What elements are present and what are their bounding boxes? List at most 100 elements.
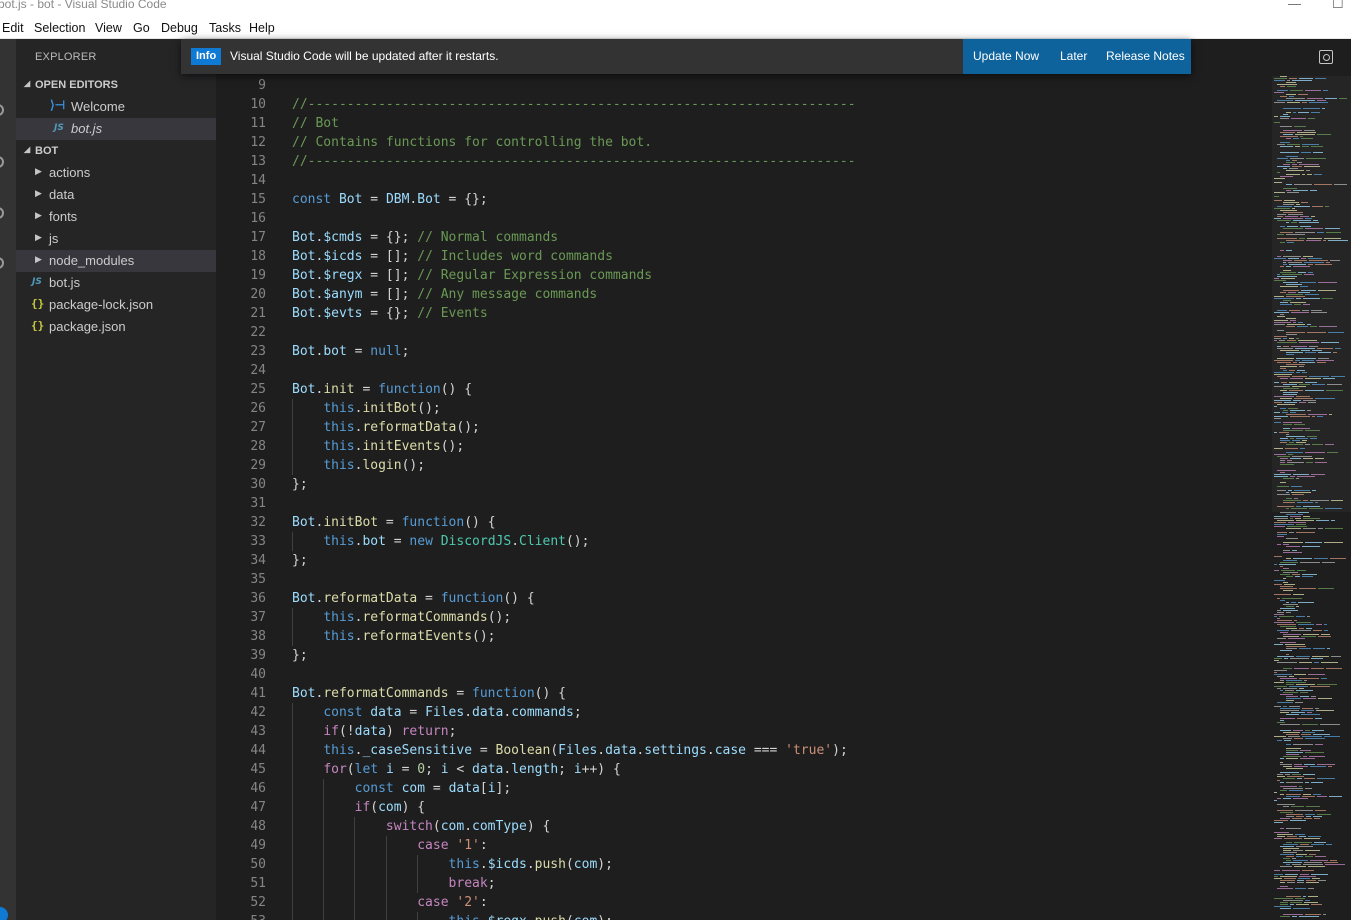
code-line[interactable]: 30}; [216,475,1266,494]
debug-icon[interactable] [0,257,4,269]
code-line[interactable]: 44 this._caseSensitive = Boolean(Files.d… [216,741,1266,760]
minimap-line [1330,860,1337,861]
minimap-line [1274,518,1288,519]
minimap[interactable] [1272,76,1351,920]
minimap-line [1297,718,1313,719]
code-line[interactable]: 52 case '2': [216,893,1266,912]
code-line[interactable]: 50 this.$icds.push(com); [216,855,1266,874]
code-line[interactable]: 48 switch(com.comType) { [216,817,1266,836]
code-line[interactable]: 15 const Bot = DBM.Bot = {}; [216,190,1266,209]
file-botjs[interactable]: JS bot.js [16,272,216,294]
file-package-lock-json[interactable]: {} package-lock.json [16,294,216,316]
code-line[interactable]: 43 if(!data) return; [216,722,1266,741]
menu-view[interactable]: View [95,21,122,35]
code-line[interactable]: 11 // Bot [216,114,1266,133]
later-button[interactable]: Later [1060,49,1087,63]
menu-help[interactable]: Help [249,21,275,35]
code-line[interactable]: 13 //------------------------------------… [216,152,1266,171]
code-line[interactable]: 32 Bot.initBot = function() { [216,513,1266,532]
code-line[interactable]: 17 Bot.$cmds = {}; // Normal commands [216,228,1266,247]
code-line[interactable]: 24 [216,361,1266,380]
code-line[interactable]: 23 Bot.bot = null; [216,342,1266,361]
open-preview-icon[interactable] [1319,50,1333,64]
minimap-line [1286,528,1301,529]
open-editors-header[interactable]: ◢ OPEN EDITORS [16,74,216,96]
file-package-json[interactable]: {} package.json [16,316,216,338]
indent-guide [354,874,356,893]
code-line[interactable]: 42 const data = Files.data.commands; [216,703,1266,722]
code-line[interactable]: 16 [216,209,1266,228]
minimap-line [1297,370,1305,371]
code-token: ; [573,705,582,720]
minimap-line [1280,586,1293,587]
minimap-line [1293,594,1304,595]
settings-badge-icon[interactable] [0,907,8,920]
code-line[interactable]: 46 const com = data[i]; [216,779,1266,798]
code-line[interactable]: 47 if(com) { [216,798,1266,817]
minimap-line [1317,348,1333,349]
minimize-icon[interactable]: — [1288,0,1301,11]
code-lines[interactable]: 9 10 //-----------------------------------… [216,76,1266,920]
menu-debug[interactable]: Debug [161,21,198,35]
code-line[interactable]: 45 for(let i = 0; i < data.length; i++) … [216,760,1266,779]
code-line[interactable]: 49 case '1': [216,836,1266,855]
indent-guide [292,817,293,836]
code-line[interactable]: 53 this.$regx.push(com); [216,912,1266,920]
maximize-icon[interactable]: ☐ [1332,0,1344,12]
minimap-line [1295,898,1305,899]
code-line[interactable]: 12 // Contains functions for controlling … [216,133,1266,152]
folder-node-modules[interactable]: ▶ node_modules [16,250,216,272]
minimap-line [1283,636,1299,637]
code-line[interactable]: 38 this.reformatEvents(); [216,627,1266,646]
code-line[interactable]: 10 //------------------------------------… [216,95,1266,114]
code-line[interactable]: 22 [216,323,1266,342]
code-line[interactable]: 14 [216,171,1266,190]
update-now-button[interactable]: Update Now [973,49,1039,63]
code-line[interactable]: 36 Bot.reformatData = function() { [216,589,1266,608]
minimap-line [1296,846,1313,847]
minimap-line [1280,712,1289,713]
code-line[interactable]: 28 this.initEvents(); [216,437,1266,456]
minimap-line [1286,112,1291,113]
minimap-line [1286,752,1303,753]
bot-folder-header[interactable]: ◢ BOT [16,140,216,162]
open-editor-botjs[interactable]: JS bot.js [16,118,216,140]
minimap-line [1289,390,1303,391]
folder-fonts[interactable]: ▶ fonts [16,206,216,228]
release-notes-button[interactable]: Release Notes [1106,49,1185,63]
code-line[interactable]: 40 [216,665,1266,684]
code-line[interactable]: 20 Bot.$anym = []; // Any message command… [216,285,1266,304]
source-control-icon[interactable] [0,207,4,219]
code-token: ; [401,344,410,359]
code-line[interactable]: 51 break; [216,874,1266,893]
code-line[interactable]: 21 Bot.$evts = {}; // Events [216,304,1266,323]
explorer-icon[interactable] [0,104,4,116]
menu-selection[interactable]: Selection [34,21,85,35]
menu-edit[interactable]: Edit [2,21,24,35]
code-line[interactable]: 25 Bot.init = function() { [216,380,1266,399]
open-editor-welcome[interactable]: ⟩⊣ Welcome [16,96,216,118]
search-icon[interactable] [0,156,4,168]
code-line[interactable]: 26 this.initBot(); [216,399,1266,418]
folder-js[interactable]: ▶ js [16,228,216,250]
code-line[interactable]: 19 Bot.$regx = []; // Regular Expression … [216,266,1266,285]
code-editor[interactable]: 9 10 //-----------------------------------… [216,39,1351,920]
code-line[interactable]: 9 [216,76,1266,95]
indent-guide [323,836,325,855]
code-line[interactable]: 29 this.login(); [216,456,1266,475]
code-line[interactable]: 35 [216,570,1266,589]
folder-data[interactable]: ▶ data [16,184,216,206]
code-line[interactable]: 41 Bot.reformatCommands = function() { [216,684,1266,703]
folder-actions[interactable]: ▶ actions [16,162,216,184]
minimap-line [1302,546,1320,547]
code-line[interactable]: 27 this.reformatData(); [216,418,1266,437]
menu-tasks[interactable]: Tasks [209,21,241,35]
code-line[interactable]: 18 Bot.$icds = []; // Includes word comma… [216,247,1266,266]
code-line[interactable]: 31 [216,494,1266,513]
code-line[interactable]: 33 this.bot = new DiscordJS.Client(); [216,532,1266,551]
menu-go[interactable]: Go [133,21,150,35]
code-line[interactable]: 39}; [216,646,1266,665]
line-number: 30 [250,477,266,492]
code-line[interactable]: 37 this.reformatCommands(); [216,608,1266,627]
code-line[interactable]: 34}; [216,551,1266,570]
